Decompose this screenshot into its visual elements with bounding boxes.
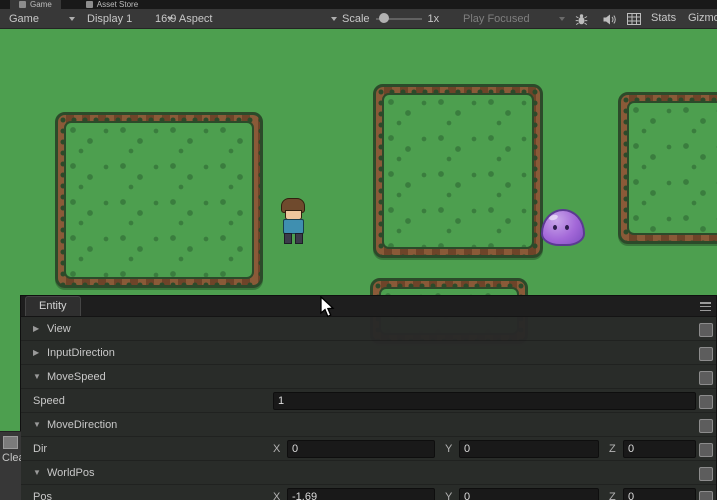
dir-y-field[interactable]: 0	[459, 439, 599, 458]
property-label: Pos	[33, 490, 52, 500]
foldout-expanded-icon: ▼	[33, 372, 41, 381]
row-handle[interactable]	[699, 419, 713, 433]
fence-enclosure-right	[618, 92, 717, 244]
scale-label: Scale	[342, 12, 370, 25]
asset-store-tab-icon	[85, 1, 93, 8]
foldout-worldpos[interactable]: ▼ WorldPos	[21, 461, 716, 485]
grass-field	[384, 95, 532, 247]
foldout-label: MoveSpeed	[47, 370, 106, 383]
console-clear-button[interactable]: Clear	[2, 452, 21, 464]
axis-z-label: Z	[609, 442, 616, 455]
row-handle[interactable]	[699, 443, 713, 457]
mouse-cursor	[320, 296, 335, 318]
scale-slider-knob[interactable]	[378, 13, 389, 23]
slime-eye	[565, 225, 569, 230]
row-handle[interactable]	[699, 467, 713, 481]
foldout-movedirection[interactable]: ▼ MoveDirection	[21, 413, 716, 437]
property-row-dir[interactable]: Dir X 0 Y 0 Z 0	[21, 437, 716, 461]
foldout-expanded-icon: ▼	[33, 468, 41, 477]
scale-slider[interactable]	[375, 9, 422, 28]
pos-y-field[interactable]: 0	[459, 487, 599, 500]
grid-icon[interactable]	[626, 12, 642, 26]
game-popup-label: Game	[9, 12, 39, 25]
foldout-collapsed-icon: ▶	[33, 348, 40, 357]
foldout-view[interactable]: ▶ View	[21, 317, 716, 341]
gizmos-button[interactable]: Gizmos	[688, 9, 717, 28]
tab-entity[interactable]: Entity	[25, 296, 81, 316]
dir-x-field[interactable]: 0	[287, 439, 435, 458]
fence-enclosure-top-left	[55, 112, 263, 288]
entity-panel-rows: ▶ View ▶ InputDirection ▼ MoveSpeed Speed 1 ▼ Mov…	[21, 317, 716, 500]
axis-y-label: Y	[445, 490, 453, 500]
property-label: Dir	[33, 442, 48, 455]
tab-game[interactable]: Game	[10, 0, 61, 9]
aspect-label: 16:9 Aspect	[155, 12, 213, 25]
entity-inspector-panel: Entity ▶ View ▶ InputDirection ▼ MoveSpeed Spe…	[20, 295, 717, 500]
console-icon	[3, 436, 18, 449]
chevron-down-icon	[559, 16, 565, 21]
tab-asset-store[interactable]: Asset Store	[77, 0, 147, 9]
foldout-inputdirection[interactable]: ▶ InputDirection	[21, 341, 716, 365]
fence-enclosure-top-middle	[373, 84, 543, 258]
property-row-pos[interactable]: Pos X -1.69 Y 0 Z 0	[21, 485, 716, 500]
player-character	[280, 198, 306, 245]
foldout-label: InputDirection	[47, 346, 115, 359]
speed-field[interactable]: 1	[273, 391, 696, 410]
foldout-movespeed[interactable]: ▼ MoveSpeed	[21, 365, 716, 389]
stats-button[interactable]: Stats	[651, 9, 676, 28]
scale-value: 1x	[427, 12, 440, 25]
foldout-label: MoveDirection	[47, 418, 118, 431]
tab-label: Game	[30, 0, 52, 9]
scale-control: Scale 1x	[342, 9, 439, 28]
grass-field	[629, 103, 717, 233]
game-view-toolbar: Game Display 1 16:9 Aspect Scale 1x Play…	[0, 9, 717, 29]
speaker-icon[interactable]	[601, 12, 617, 26]
chevron-down-icon	[331, 16, 337, 21]
row-handle[interactable]	[699, 347, 713, 361]
property-label: Speed	[33, 394, 65, 407]
grass-field	[66, 123, 252, 277]
axis-x-label: X	[273, 490, 281, 500]
display-label: Display 1	[87, 12, 133, 25]
play-focused-label: Play Focused	[463, 12, 530, 25]
row-handle[interactable]	[699, 395, 713, 409]
pos-x-field[interactable]: -1.69	[287, 487, 435, 500]
pos-z-field[interactable]: 0	[623, 487, 696, 500]
dir-z-field[interactable]: 0	[623, 439, 696, 458]
game-tab-icon	[19, 1, 26, 8]
slime-eye	[553, 225, 557, 230]
console-window-edge: Clear	[0, 431, 21, 500]
slime-highlight	[548, 213, 559, 222]
row-handle[interactable]	[699, 491, 713, 500]
player-shirt	[282, 219, 304, 234]
aspect-ratio-dropdown[interactable]: 16:9 Aspect	[150, 9, 342, 28]
editor-tab-bar: Game Asset Store	[0, 0, 717, 9]
row-handle[interactable]	[699, 371, 713, 385]
player-legs	[280, 233, 306, 244]
property-row-speed[interactable]: Speed 1	[21, 389, 716, 413]
axis-x-label: X	[273, 442, 281, 455]
panel-tab-strip: Entity	[21, 296, 716, 317]
foldout-label: View	[47, 322, 71, 335]
row-handle[interactable]	[699, 323, 713, 337]
axis-y-label: Y	[445, 442, 453, 455]
tab-label: Asset Store	[96, 0, 139, 9]
foldout-label: WorldPos	[47, 466, 95, 479]
foldout-collapsed-icon: ▶	[33, 324, 40, 333]
menu-icon[interactable]	[700, 302, 711, 311]
chevron-down-icon	[69, 16, 75, 21]
bug-icon[interactable]	[573, 12, 589, 26]
axis-z-label: Z	[609, 490, 616, 500]
game-popup-dropdown[interactable]: Game	[4, 9, 80, 28]
play-focused-dropdown[interactable]: Play Focused	[458, 9, 570, 28]
unity-game-view-window: Game Asset Store Game Display 1 16:9 Asp…	[0, 0, 717, 500]
foldout-expanded-icon: ▼	[33, 420, 41, 429]
